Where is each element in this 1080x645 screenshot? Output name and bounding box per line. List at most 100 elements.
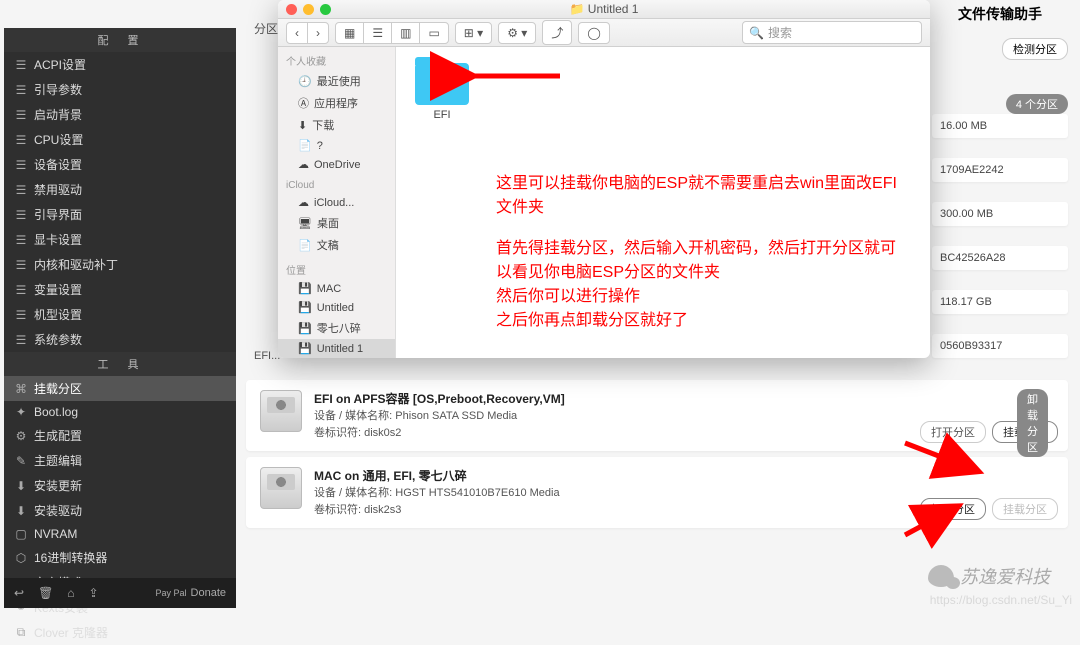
favorites-section: 个人收藏: [278, 47, 395, 70]
gallery-view-button[interactable]: ▭: [419, 22, 448, 44]
column-view-button[interactable]: ▥: [391, 22, 420, 44]
sidebar-recent[interactable]: 🕘 最近使用: [278, 70, 395, 92]
sidebar-item[interactable]: ☰启动背景: [4, 102, 236, 127]
partition-count-badge: 4 个分区: [1006, 94, 1068, 114]
list-icon: ☰: [14, 333, 28, 347]
hex-icon: ⬡: [14, 551, 28, 565]
sidebar-downloads[interactable]: ⬇ 下载: [278, 114, 395, 136]
log-icon: ✦: [14, 405, 28, 419]
list-icon: ☰: [14, 308, 28, 322]
sidebar-item[interactable]: ☰变量设置: [4, 277, 236, 302]
bottom-toolbar: ↩ 🗑 ⌂ ⇪ Pay PalDonate: [4, 578, 236, 608]
section-config-title: 配 置: [4, 28, 236, 52]
finder-titlebar[interactable]: 📁 Untitled 1: [278, 0, 930, 19]
sidebar-item[interactable]: ☰禁用驱动: [4, 177, 236, 202]
sidebar-item-hex[interactable]: ⬡16进制转换器: [4, 545, 236, 570]
sidebar-apps[interactable]: Ⓐ 应用程序: [278, 92, 395, 114]
minimize-icon[interactable]: [303, 4, 314, 15]
sidebar-item[interactable]: ☰ACPI设置: [4, 52, 236, 77]
finder-window: 📁 Untitled 1 ‹ › ▦ ☰ ▥ ▭ ⊞ ▾ ⚙ ▾ ⤴ ◯ 🔍 搜…: [278, 0, 930, 358]
wechat-icon: [928, 565, 954, 587]
sidebar-item-clone[interactable]: ⧉Clover 克隆器: [4, 620, 236, 645]
sidebar-icloud[interactable]: ☁ iCloud...: [278, 193, 395, 212]
close-icon[interactable]: [286, 4, 297, 15]
annotation-arrow: [900, 500, 970, 545]
sidebar-item[interactable]: ☰显卡设置: [4, 227, 236, 252]
detect-partition-button[interactable]: 检测分区: [1002, 38, 1068, 60]
sidebar-item-theme[interactable]: ✎主题编辑: [4, 448, 236, 473]
sidebar-item-mount[interactable]: ⌘挂载分区: [4, 376, 236, 401]
trash-icon[interactable]: 🗑: [38, 586, 53, 600]
annotation-text: 这里可以挂载你电脑的ESP就不需要重启去win里面改EFI文件夹: [496, 172, 906, 220]
tags-button[interactable]: ◯: [578, 22, 609, 44]
sidebar-desktop[interactable]: 🖥 桌面: [278, 212, 395, 234]
action-button[interactable]: ⚙ ▾: [498, 22, 536, 44]
copy-icon: ⧉: [14, 626, 28, 640]
back-icon[interactable]: ↩: [14, 586, 24, 600]
mount-partition-button[interactable]: 挂载分区: [992, 498, 1058, 520]
right-column: 文件传输助手 检测分区 4 个分区 16.00 MB 1709AE2242 30…: [932, 0, 1068, 358]
sidebar-item-gen[interactable]: ⚙生成配置: [4, 423, 236, 448]
sidebar-item-nvram[interactable]: ▢NVRAM: [4, 523, 236, 545]
finder-content[interactable]: EFI 这里可以挂载你电脑的ESP就不需要重启去win里面改EFI文件夹 首先得…: [396, 47, 930, 358]
sidebar-volume[interactable]: 💾 Untitled: [278, 298, 395, 317]
list-icon: ☰: [14, 208, 28, 222]
partition-title: EFI on APFS容器 [OS,Preboot,Recovery,VM]: [314, 390, 565, 408]
info-cell: BC42526A28: [932, 246, 1068, 270]
sidebar-volume-selected[interactable]: 💾 Untitled 1: [278, 339, 395, 358]
window-title: 📁 Untitled 1: [278, 2, 930, 16]
brush-icon: ✎: [14, 454, 28, 468]
icloud-section: iCloud: [278, 174, 395, 193]
sidebar-item[interactable]: ☰内核和驱动补丁: [4, 252, 236, 277]
clover-sidebar: 配 置 ☰ACPI设置 ☰引导参数 ☰启动背景 ☰CPU设置 ☰设备设置 ☰禁用…: [4, 28, 236, 608]
unmount-partition-button[interactable]: 卸载分区: [1017, 389, 1048, 457]
sidebar-item[interactable]: ☰引导界面: [4, 202, 236, 227]
sidebar-unknown[interactable]: 📄 ?: [278, 136, 395, 155]
share-button[interactable]: ⤴: [542, 20, 572, 45]
sidebar-item[interactable]: ☰机型设置: [4, 302, 236, 327]
config-list: ☰ACPI设置 ☰引导参数 ☰启动背景 ☰CPU设置 ☰设备设置 ☰禁用驱动 ☰…: [4, 52, 236, 352]
icon-view-button[interactable]: ▦: [335, 22, 364, 44]
nav-buttons: ‹ ›: [286, 22, 329, 44]
search-input[interactable]: 🔍 搜索: [742, 21, 922, 44]
list-icon: ☰: [14, 258, 28, 272]
info-cell: 300.00 MB: [932, 202, 1068, 226]
sidebar-item[interactable]: ☰系统参数: [4, 327, 236, 352]
sidebar-item-update[interactable]: ⬇安装更新: [4, 473, 236, 498]
sidebar-onedrive[interactable]: ☁ OneDrive: [278, 155, 395, 174]
annotation-arrow: [460, 64, 570, 93]
folder-label: EFI: [412, 109, 472, 121]
list-icon: ☰: [14, 58, 28, 72]
sidebar-volume[interactable]: 💾 MAC: [278, 279, 395, 298]
annotation-text: 首先得挂载分区，然后输入开机密码，然后打开分区就可以看见你电脑ESP分区的文件夹…: [496, 237, 906, 333]
sidebar-item-bootlog[interactable]: ✦Boot.log: [4, 401, 236, 423]
export-icon[interactable]: ⇪: [89, 586, 99, 600]
sidebar-item[interactable]: ☰设备设置: [4, 152, 236, 177]
sidebar-documents[interactable]: 📄 文稿: [278, 234, 395, 256]
disk-icon: [260, 390, 302, 432]
list-icon: ☰: [14, 233, 28, 247]
efi-label: EFI...: [254, 350, 280, 362]
sidebar-item[interactable]: ☰CPU设置: [4, 127, 236, 152]
forward-button[interactable]: ›: [307, 22, 329, 44]
list-icon: ☰: [14, 133, 28, 147]
arrange-button[interactable]: ⊞ ▾: [455, 22, 492, 44]
partition-info: EFI on APFS容器 [OS,Preboot,Recovery,VM] 设…: [314, 390, 565, 441]
sidebar-volume[interactable]: 💾 零七八碎: [278, 317, 395, 339]
list-icon: ☰: [14, 158, 28, 172]
section-tools-title: 工 具: [4, 352, 236, 376]
sidebar-item[interactable]: ☰引导参数: [4, 77, 236, 102]
sidebar-item-driver[interactable]: ⬇安装驱动: [4, 498, 236, 523]
partition-info: MAC on 通用, EFI, 零七八碎 设备 / 媒体名称: HGST HTS…: [314, 467, 560, 518]
download-icon: ⬇: [14, 479, 28, 493]
partition-title: MAC on 通用, EFI, 零七八碎: [314, 467, 560, 485]
list-view-button[interactable]: ☰: [363, 22, 392, 44]
donate-button[interactable]: Pay PalDonate: [155, 587, 226, 599]
list-icon: ☰: [14, 83, 28, 97]
home-icon[interactable]: ⌂: [67, 586, 74, 600]
back-button[interactable]: ‹: [286, 22, 308, 44]
maximize-icon[interactable]: [320, 4, 331, 15]
wechat-badge: 苏逸爱科技: [928, 563, 1050, 589]
info-cell: 16.00 MB: [932, 114, 1068, 138]
view-buttons: ▦ ☰ ▥ ▭: [335, 22, 449, 44]
